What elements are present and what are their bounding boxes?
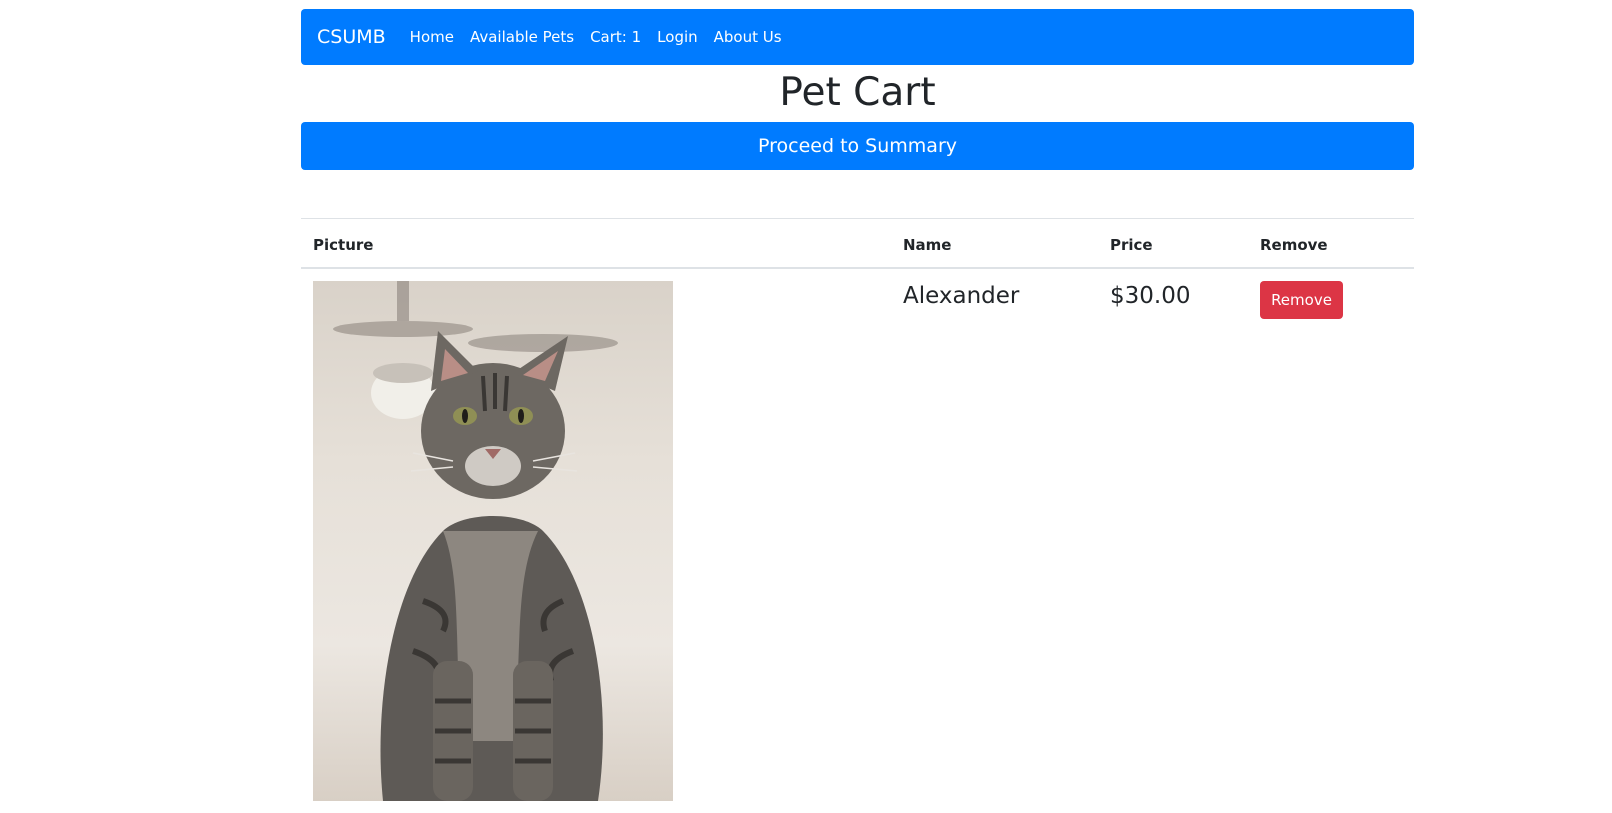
nav-link-cart[interactable]: Cart: 1 [590, 28, 641, 46]
navbar: CSUMB Home Available Pets Cart: 1 Login … [301, 9, 1414, 65]
nav-link-home[interactable]: Home [410, 28, 454, 46]
remove-button[interactable]: Remove [1260, 281, 1343, 319]
table-header-row: Picture Name Price Remove [301, 218, 1414, 269]
cart-table: Picture Name Price Remove Alexander $30.… [301, 218, 1414, 813]
nav-link-about-us[interactable]: About Us [714, 28, 782, 46]
price-cell: $30.00 [1098, 268, 1248, 813]
remove-cell: Remove [1248, 268, 1414, 813]
proceed-to-summary-button[interactable]: Proceed to Summary [301, 122, 1414, 170]
header-price: Price [1098, 218, 1248, 269]
header-picture: Picture [301, 218, 891, 269]
header-remove: Remove [1248, 218, 1414, 269]
pet-price: $30.00 [1110, 283, 1191, 309]
name-cell: Alexander [891, 268, 1098, 813]
pet-name: Alexander [903, 283, 1020, 309]
picture-cell [301, 268, 891, 813]
nav-link-available-pets[interactable]: Available Pets [470, 28, 574, 46]
header-name: Name [891, 218, 1098, 269]
navbar-brand[interactable]: CSUMB [317, 26, 386, 48]
table-row: Alexander $30.00 Remove [301, 268, 1414, 813]
page-container: CSUMB Home Available Pets Cart: 1 Login … [301, 9, 1414, 813]
pet-photo [313, 281, 673, 801]
nav-link-login[interactable]: Login [657, 28, 697, 46]
nav-links: Home Available Pets Cart: 1 Login About … [410, 28, 798, 46]
page-title: Pet Cart [779, 70, 936, 115]
